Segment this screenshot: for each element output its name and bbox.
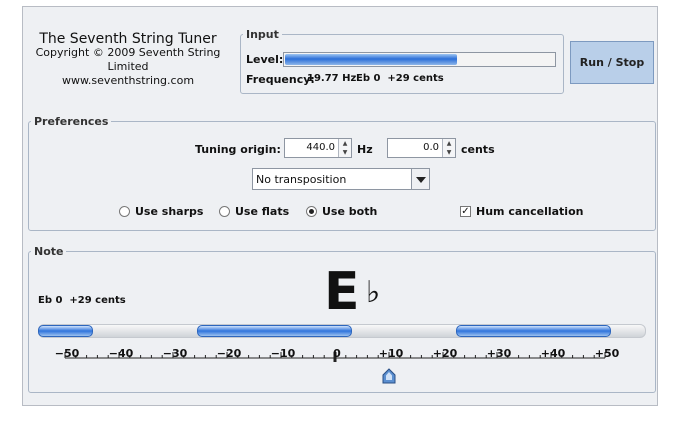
transposition-selected: No transposition [256, 173, 347, 186]
input-note-reading: Eb 0 +29 cents [356, 73, 444, 84]
spinner-up-icon[interactable]: ▲ [442, 139, 455, 148]
radio-use-both-label: Use both [322, 205, 378, 218]
origin-hz-value: 440.0 [306, 142, 335, 153]
note-reading: Eb 0 +29 cents [38, 295, 126, 306]
tuning-pointer-icon [382, 368, 396, 384]
spinner-up-icon[interactable]: ▲ [338, 139, 351, 148]
radio-use-flats[interactable] [219, 206, 230, 217]
level-meter [283, 52, 556, 67]
scale-tick-label: −30 [162, 347, 188, 360]
scale-tick-label: +20 [432, 347, 458, 360]
hz-unit-label: Hz [357, 143, 373, 156]
app-title: The Seventh String Tuner [39, 31, 217, 47]
transposition-select[interactable]: No transposition [252, 168, 430, 190]
website-text: www.seventhstring.com [61, 74, 195, 87]
cents-value: 0.0 [423, 142, 439, 153]
radio-use-flats-label: Use flats [235, 205, 290, 218]
tuning-strip-segment [197, 325, 352, 337]
scale-tick-label: −10 [270, 347, 296, 360]
scale-tick-label: +40 [540, 347, 566, 360]
scale-tick-label: 0 [333, 347, 341, 360]
spinner-down-icon[interactable]: ▼ [442, 148, 455, 157]
scale-tick-label: −50 [54, 347, 80, 360]
preferences-legend: Preferences [34, 115, 109, 128]
hum-cancellation-label: Hum cancellation [476, 205, 584, 218]
note-legend: Note [34, 245, 64, 258]
frequency-label: Frequency: [246, 73, 315, 86]
radio-use-both[interactable] [306, 206, 317, 217]
run-stop-button[interactable]: Run / Stop [570, 41, 654, 84]
origin-hz-spinner[interactable]: 440.0 ▲ ▼ [284, 138, 352, 158]
tuning-origin-label: Tuning origin: [195, 143, 281, 156]
scale-tick-label: −20 [216, 347, 242, 360]
hum-cancellation-checkbox[interactable]: ✓ [460, 206, 471, 217]
tuning-strip-segment [38, 325, 93, 337]
frequency-value: 19.77 Hz [307, 73, 357, 84]
spinner-down-icon[interactable]: ▼ [338, 148, 351, 157]
cents-spinner[interactable]: 0.0 ▲ ▼ [387, 138, 456, 158]
cents-unit-label: cents [461, 143, 495, 156]
input-legend: Input [246, 28, 279, 41]
radio-use-sharps-label: Use sharps [135, 205, 204, 218]
tuning-strip-segment [456, 325, 611, 337]
radio-use-sharps[interactable] [119, 206, 130, 217]
scale-tick-label: +50 [594, 347, 620, 360]
scale-tick-label: −40 [108, 347, 134, 360]
note-letter: E [324, 262, 360, 322]
level-meter-fill [285, 54, 457, 65]
copyright-text: Copyright © 2009 Seventh String Limited [35, 46, 221, 73]
app-title-block: The Seventh String Tuner Copyright © 200… [28, 32, 228, 88]
level-label: Level: [246, 53, 284, 66]
chevron-down-icon[interactable] [411, 169, 429, 189]
scale-tick-label: +30 [486, 347, 512, 360]
note-accidental: ♭ [366, 275, 381, 310]
scale-tick-label: +10 [378, 347, 404, 360]
